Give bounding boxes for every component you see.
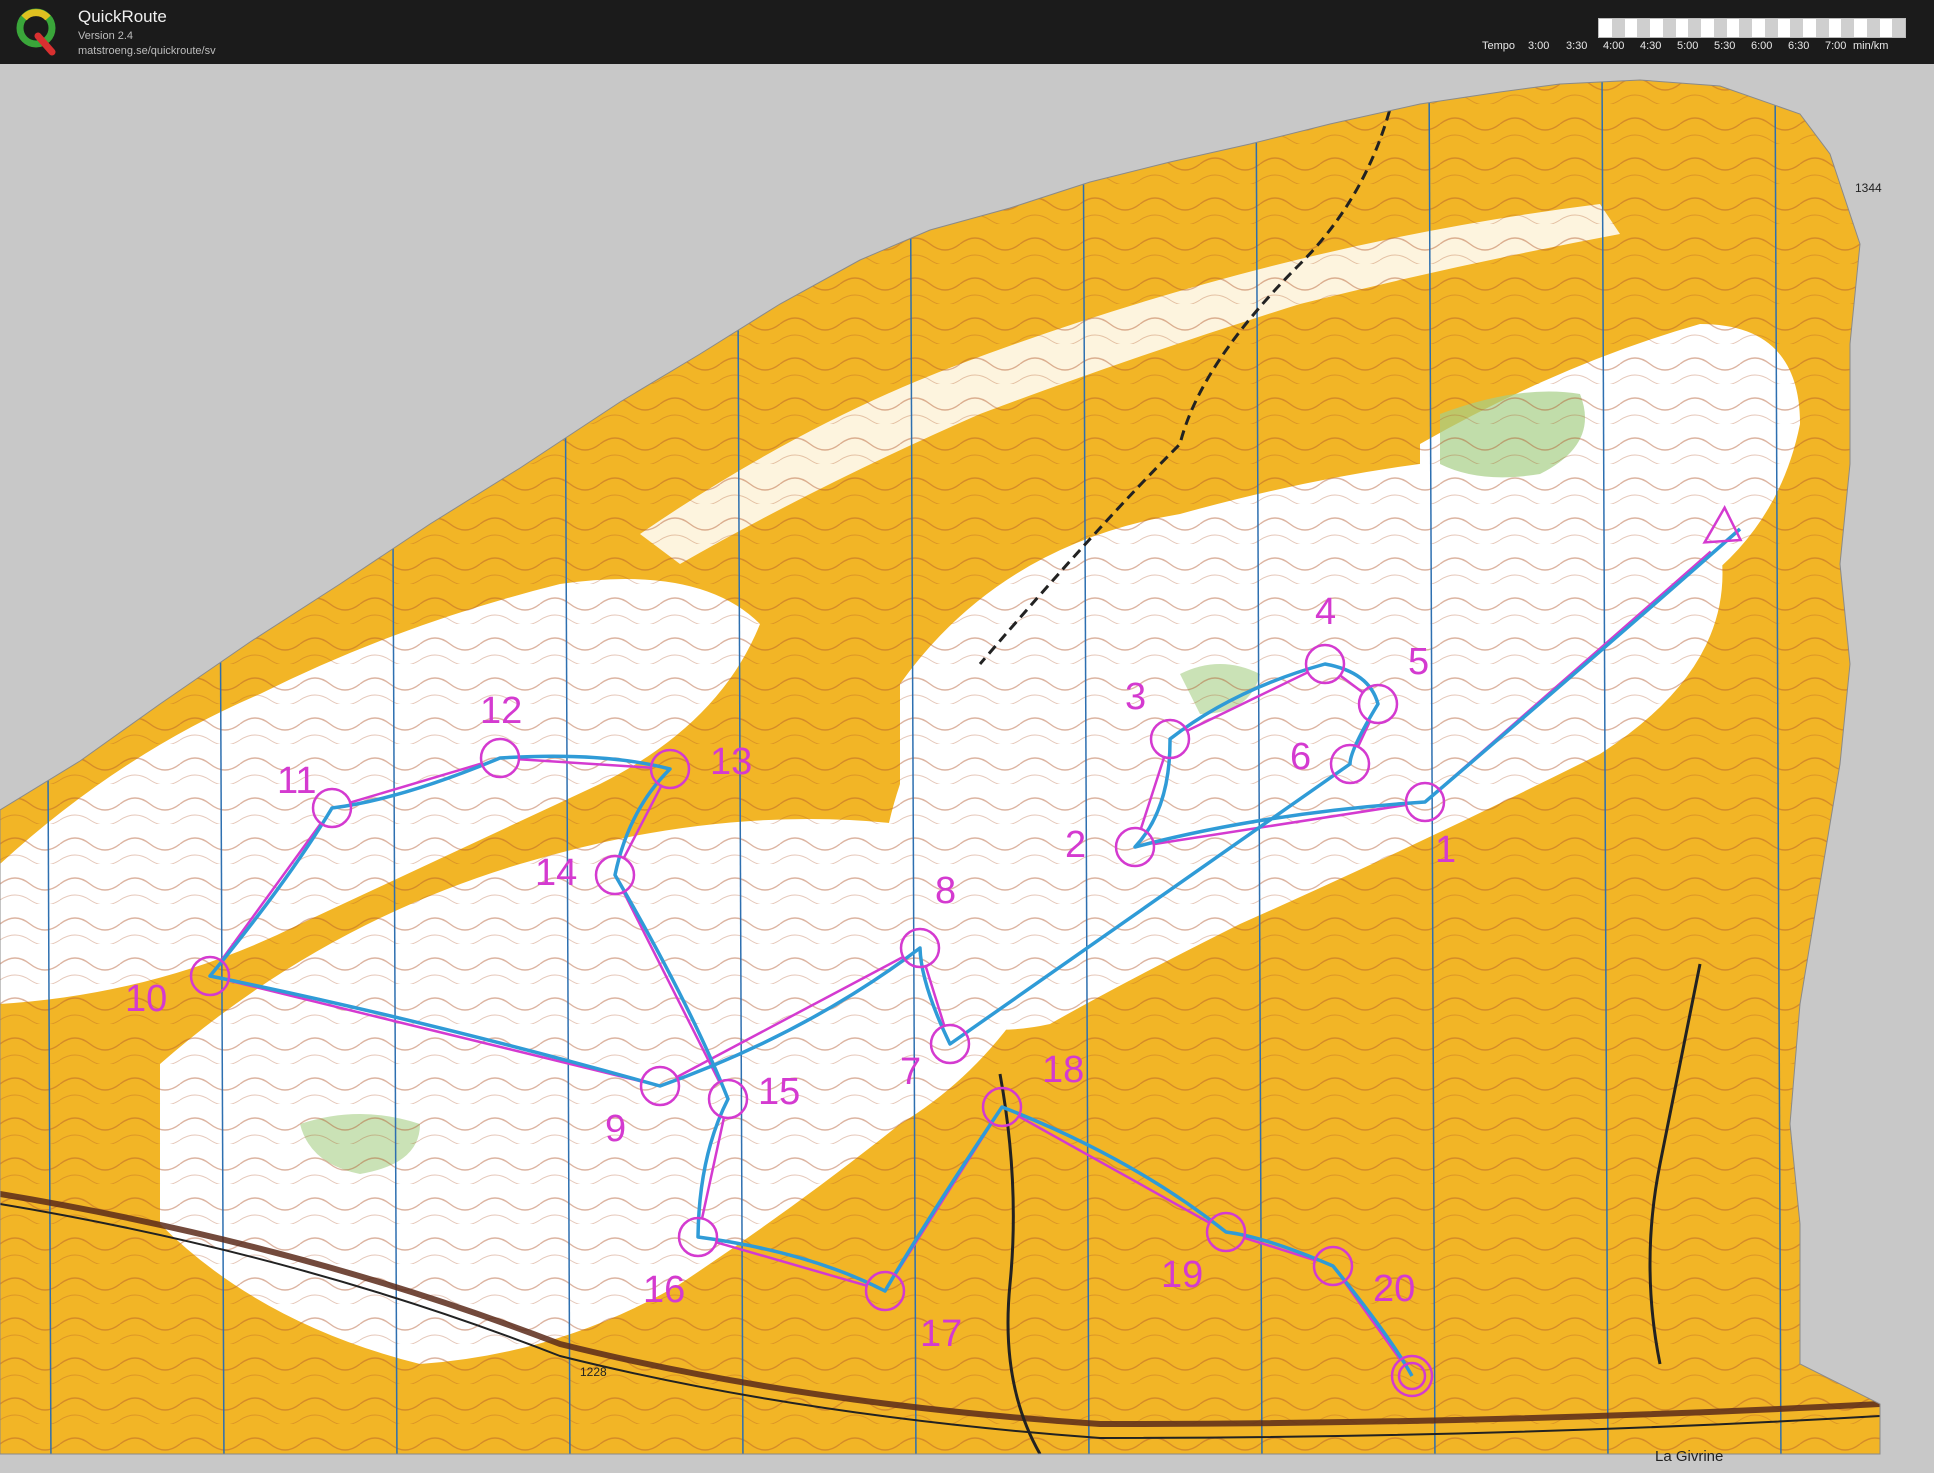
- tempo-scale: Tempo 3:00 3:30 4:00 4:30 5:00 5:30 6:00…: [1482, 16, 1922, 60]
- orienteering-map[interactable]: 1344 1228 La Givrine 1234567891011121314…: [0, 64, 1934, 1469]
- tempo-bar-segment: [1866, 19, 1880, 37]
- control-number: 12: [480, 690, 522, 732]
- tempo-bar-segment: [1713, 19, 1727, 37]
- spot-height: 1228: [580, 1365, 607, 1379]
- tempo-bar-segment: [1777, 19, 1791, 37]
- control-number: 19: [1161, 1254, 1203, 1296]
- tempo-bar-segment: [1637, 19, 1650, 37]
- tempo-tick: 5:30: [1714, 40, 1736, 52]
- control-number: 13: [710, 741, 752, 783]
- tempo-tick: 7:00: [1825, 40, 1847, 52]
- tempo-tick: 3:00: [1528, 40, 1550, 52]
- control-number: 16: [643, 1269, 685, 1311]
- control-number: 6: [1290, 736, 1311, 778]
- place-label: La Givrine: [1655, 1448, 1723, 1465]
- quickroute-logo: [16, 8, 56, 56]
- quickroute-window: QuickRoute Version 2.4 matstroeng.se/qui…: [0, 0, 1934, 1469]
- app-version: Version 2.4: [78, 30, 134, 42]
- tempo-bar-segment: [1599, 19, 1612, 37]
- spot-height: 1344: [1855, 181, 1882, 195]
- tempo-bar-segment: [1701, 19, 1714, 37]
- tempo-bar-segment: [1726, 19, 1740, 37]
- tempo-bar-segment: [1841, 19, 1854, 37]
- tempo-bar-segment: [1764, 19, 1778, 37]
- control-number: 2: [1065, 824, 1086, 866]
- control-number: 5: [1408, 641, 1429, 683]
- tempo-bar-segment: [1854, 19, 1867, 37]
- tempo-bar-segment: [1815, 19, 1829, 37]
- tempo-bar-segment: [1662, 19, 1676, 37]
- app-url: matstroeng.se/quickroute/sv: [78, 45, 216, 57]
- tempo-tick: 6:00: [1751, 40, 1773, 52]
- tempo-tick: 5:00: [1677, 40, 1699, 52]
- tempo-bar-segment: [1752, 19, 1765, 37]
- tempo-bar-segment: [1739, 19, 1752, 37]
- tempo-bar-segment: [1650, 19, 1663, 37]
- tempo-bar-segment: [1611, 19, 1625, 37]
- tempo-bar-segment: [1790, 19, 1803, 37]
- control-number: 10: [125, 978, 167, 1020]
- tempo-tick: 4:30: [1640, 40, 1662, 52]
- control-number: 15: [758, 1071, 800, 1113]
- app-name: QuickRoute: [78, 7, 167, 26]
- tempo-bar-segment: [1803, 19, 1816, 37]
- header-bar: QuickRoute Version 2.4 matstroeng.se/qui…: [0, 0, 1934, 64]
- tempo-bar-segment: [1892, 19, 1905, 37]
- tempo-color-bar: [1598, 18, 1906, 38]
- control-number: 8: [935, 870, 956, 912]
- tempo-bar-segment: [1688, 19, 1701, 37]
- control-number: 18: [1042, 1049, 1084, 1091]
- tempo-tick: 6:30: [1788, 40, 1810, 52]
- tempo-unit: min/km: [1853, 40, 1889, 52]
- control-number: 11: [277, 760, 316, 802]
- tempo-labels: Tempo 3:00 3:30 4:00 4:30 5:00 5:30 6:00…: [1482, 40, 1922, 56]
- tempo-bar-segment: [1879, 19, 1893, 37]
- control-number: 20: [1373, 1268, 1415, 1310]
- control-number: 7: [900, 1051, 921, 1093]
- tempo-tick: 3:30: [1566, 40, 1588, 52]
- control-number: 1: [1435, 829, 1456, 871]
- tempo-label: Tempo: [1482, 40, 1516, 52]
- control-number: 14: [535, 852, 577, 894]
- control-number: 17: [920, 1313, 962, 1355]
- tempo-tick: 4:00: [1603, 40, 1625, 52]
- tempo-bar-segment: [1624, 19, 1638, 37]
- control-number: 4: [1315, 591, 1336, 633]
- map-view[interactable]: 1344 1228 La Givrine 1 2 3 4 5 6 7 8 9 10 11 12 13 14…: [0, 64, 1934, 1469]
- control-number: 3: [1125, 676, 1146, 718]
- tempo-bar-segment: [1675, 19, 1689, 37]
- control-number: 9: [605, 1108, 626, 1150]
- tempo-bar-segment: [1828, 19, 1842, 37]
